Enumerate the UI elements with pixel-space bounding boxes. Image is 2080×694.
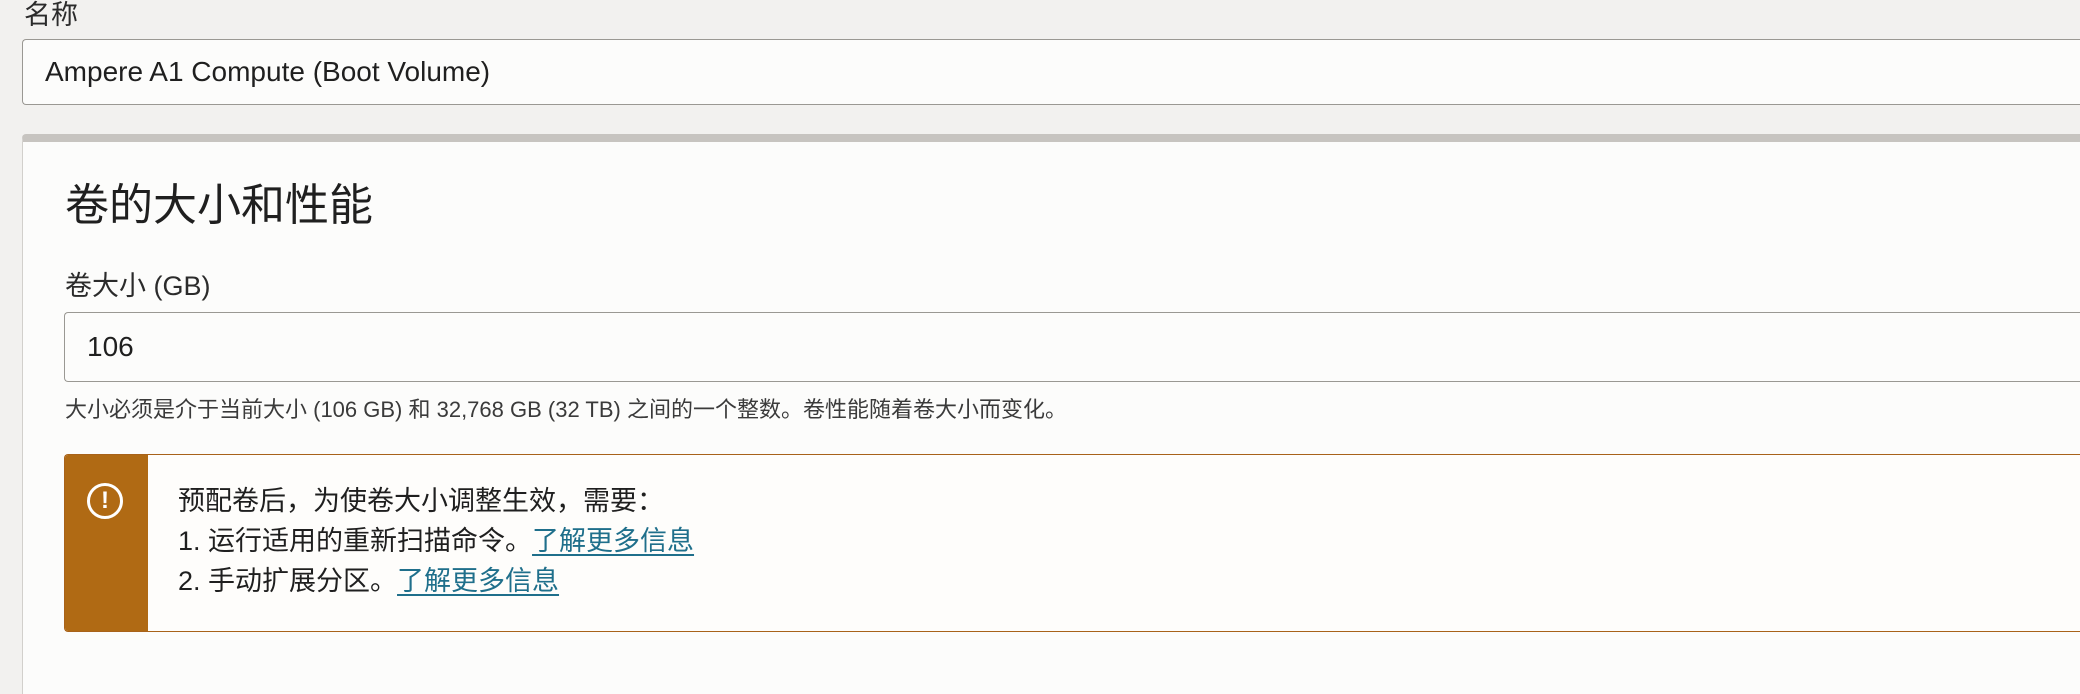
- name-input[interactable]: [22, 39, 2080, 105]
- warning-step-1: 1. 运行适用的重新扫描命令。了解更多信息: [178, 521, 694, 561]
- name-label: 名称: [24, 0, 78, 30]
- volume-size-help-text: 大小必须是介于当前大小 (106 GB) 和 32,768 GB (32 TB)…: [65, 397, 1067, 422]
- warning-body: 预配卷后，为使卷大小调整生效，需要： 1. 运行适用的重新扫描命令。了解更多信息…: [178, 481, 694, 601]
- volume-size-label: 卷大小 (GB): [65, 271, 211, 301]
- warning-intro: 预配卷后，为使卷大小调整生效，需要：: [178, 486, 664, 516]
- volume-size-input[interactable]: [64, 312, 2080, 382]
- warning-step-2: 2. 手动扩展分区。了解更多信息: [178, 561, 694, 601]
- learn-more-partition-link[interactable]: 了解更多信息: [397, 566, 559, 596]
- learn-more-rescan-link[interactable]: 了解更多信息: [532, 526, 694, 556]
- exclamation-circle-icon: !: [87, 483, 123, 519]
- resize-warning-alert: ! 预配卷后，为使卷大小调整生效，需要： 1. 运行适用的重新扫描命令。了解更多…: [64, 454, 2080, 632]
- warning-step-2-text: 2. 手动扩展分区。: [178, 566, 398, 596]
- warning-bar: !: [65, 455, 148, 631]
- volume-size-performance-section: 卷的大小和性能 卷大小 (GB) 大小必须是介于当前大小 (106 GB) 和 …: [22, 134, 2080, 694]
- section-title: 卷的大小和性能: [65, 181, 373, 230]
- warning-step-1-text: 1. 运行适用的重新扫描命令。: [178, 526, 533, 556]
